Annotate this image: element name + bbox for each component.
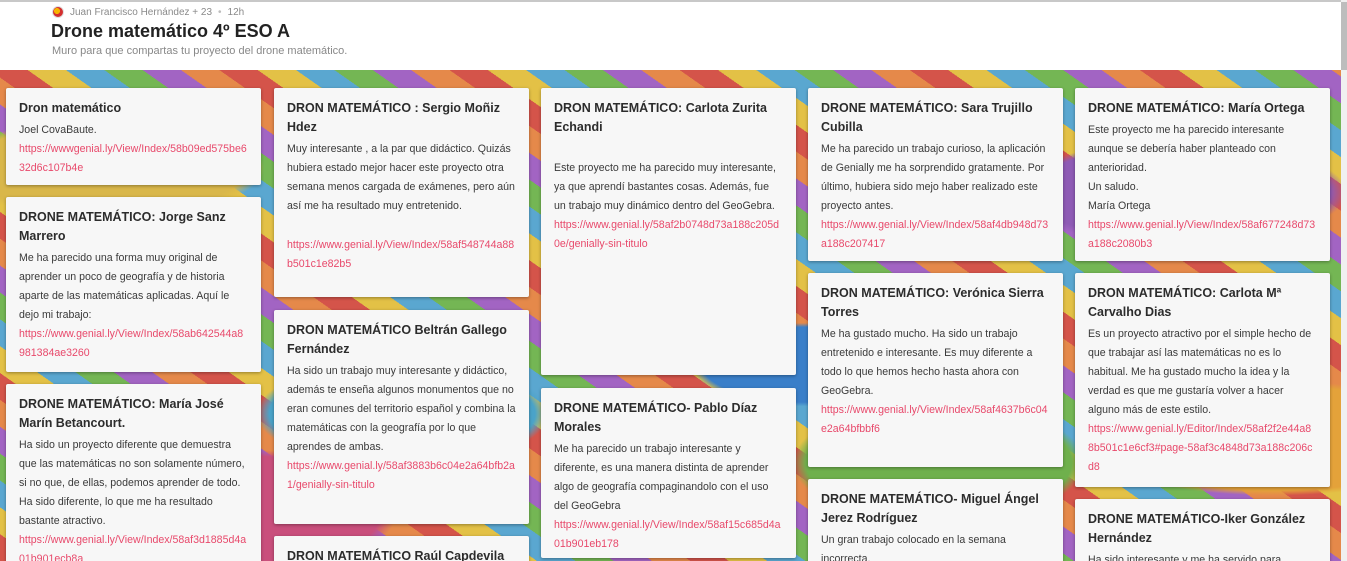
post-body: Me ha gustado mucho. Ha sido un trabajo … <box>821 325 1050 439</box>
author-avatar[interactable] <box>52 6 64 18</box>
post-card[interactable]: DRON MATEMÁTICO: Carlota Mª Carvalho Dia… <box>1075 273 1330 487</box>
post-link[interactable]: https://www.genial.ly/View/Index/58af15c… <box>554 516 783 554</box>
post-text: Ha sido interesante y me ha servido para <box>1088 554 1282 561</box>
post-text: Me ha parecido una forma muy original de… <box>19 252 230 321</box>
post-card[interactable]: DRONE MATEMÁTICO: María Ortega Este proy… <box>1075 88 1330 261</box>
post-body: Es un proyecto atractivo por el simple h… <box>1088 325 1317 477</box>
post-title: DRON MATEMÁTICO Beltrán Gallego Fernánde… <box>287 323 507 356</box>
post-card[interactable]: DRONE MATEMÁTICO- Pablo Díaz Morales Me … <box>541 388 796 558</box>
post-text: María Ortega <box>1088 200 1151 212</box>
post-link[interactable]: https://www.genial.ly/58af3883b6c04e2a64… <box>287 457 516 495</box>
post-title: DRON MATEMÁTICO: Carlota Zurita Echandi <box>554 101 767 134</box>
post-title: Dron matemático <box>19 101 122 115</box>
post-title: DRONE MATEMÁTICO-Iker González Hernández <box>1088 512 1306 545</box>
post-body: Me ha parecido un trabajo interesante y … <box>554 440 783 554</box>
post-card[interactable]: DRONE MATEMÁTICO: María José Marín Betan… <box>6 384 261 561</box>
post-link[interactable]: https://www.genial.ly/View/Index/58af677… <box>1088 216 1317 254</box>
post-time: 12h <box>227 6 245 18</box>
post-body: Me ha parecido una forma muy original de… <box>19 249 248 363</box>
page-scrollbar[interactable] <box>1341 0 1347 561</box>
post-body: Me ha parecido un trabajo curioso, la ap… <box>821 140 1050 254</box>
post-card[interactable]: DRONE MATEMÁTICO- Miguel Ángel Jerez Rod… <box>808 479 1063 561</box>
wall-title: Drone matemático 4º ESO A <box>51 21 290 41</box>
post-body: Ha sido un trabajo muy interesante y did… <box>287 362 516 495</box>
post-text: Me ha gustado mucho. Ha sido un trabajo … <box>821 328 1033 397</box>
post-title: DRONE MATEMÁTICO: María José Marín Betan… <box>19 397 224 430</box>
post-card[interactable]: DRON MATEMÁTICO Raúl Capdevila <box>274 536 529 561</box>
post-title: DRONE MATEMÁTICO- Pablo Díaz Morales <box>554 401 758 434</box>
post-link[interactable]: https://www.genial.ly/View/Index/58af4db… <box>821 216 1050 254</box>
wall-board[interactable]: Dron matemático Joel CovaBaute. https://… <box>0 70 1341 561</box>
post-card[interactable]: DRONE MATEMÁTICO-Iker González Hernández… <box>1075 499 1330 561</box>
post-link[interactable]: https://www.genial.ly/View/Index/58ab642… <box>19 325 248 363</box>
scrollbar-thumb[interactable] <box>1341 2 1347 70</box>
post-text: Me ha parecido un trabajo interesante y … <box>554 443 769 512</box>
post-title: DRONE MATEMÁTICO: Sara Trujillo Cubilla <box>821 101 1033 134</box>
post-title: DRONE MATEMÁTICO: María Ortega <box>1088 101 1305 115</box>
post-card[interactable]: DRONE MATEMÁTICO: Sara Trujillo Cubilla … <box>808 88 1063 261</box>
post-title: DRON MATEMÁTICO : Sergio Moñiz Hdez <box>287 101 500 134</box>
post-link[interactable]: https://www.genial.ly/Editor/Index/58af2… <box>1088 420 1317 477</box>
post-body: Ha sido interesante y me ha servido para <box>1088 551 1317 561</box>
post-text: Es un proyecto atractivo por el simple h… <box>1088 328 1312 416</box>
post-title: DRON MATEMÁTICO: Verónica Sierra Torres <box>821 286 1044 319</box>
post-link[interactable]: https://www.genial.ly/View/Index/58af548… <box>287 236 516 274</box>
post-link[interactable]: https://wwwgenial.ly/View/Index/58b09ed5… <box>19 140 248 178</box>
post-title: DRON MATEMÁTICO Raúl Capdevila <box>287 549 505 561</box>
post-text: Me ha parecido un trabajo curioso, la ap… <box>821 143 1046 212</box>
post-text: Joel CovaBaute. <box>19 124 97 136</box>
post-card[interactable]: Dron matemático Joel CovaBaute. https://… <box>6 88 261 185</box>
post-card[interactable]: DRON MATEMÁTICO: Carlota Zurita Echandi … <box>541 88 796 375</box>
post-card[interactable]: DRON MATEMÁTICO Beltrán Gallego Fernánde… <box>274 310 529 524</box>
post-text: Un saludo. <box>1088 181 1139 193</box>
wall-header: Juan Francisco Hernández + 23 • 12h Dron… <box>0 2 1341 70</box>
post-body: Muy interesante , a la par que didáctico… <box>287 140 516 274</box>
post-card[interactable]: DRONE MATEMÁTICO: Jorge Sanz Marrero Me … <box>6 197 261 372</box>
post-link[interactable]: https://www.genial.ly/View/Index/58af463… <box>821 401 1050 439</box>
post-text: Este proyecto me ha parecido muy interes… <box>554 162 776 212</box>
post-link[interactable]: https://www.genial.ly/58af2b0748d73a188c… <box>554 216 783 254</box>
wall-meta: Juan Francisco Hernández + 23 • 12h <box>52 6 244 18</box>
post-body: Ha sido un proyecto diferente que demues… <box>19 436 248 561</box>
post-text: Ha sido un proyecto diferente que demues… <box>19 439 245 527</box>
post-body: Este proyecto me ha parecido muy interes… <box>554 159 783 254</box>
post-text: Un gran trabajo colocado en la semana in… <box>821 534 1006 561</box>
post-title: DRONE MATEMÁTICO: Jorge Sanz Marrero <box>19 210 226 243</box>
post-card[interactable]: DRON MATEMÁTICO : Sergio Moñiz Hdez Muy … <box>274 88 529 297</box>
post-body: Este proyecto me ha parecido interesante… <box>1088 121 1317 254</box>
post-body: Un gran trabajo colocado en la semana in… <box>821 531 1050 561</box>
post-card[interactable]: DRON MATEMÁTICO: Verónica Sierra Torres … <box>808 273 1063 467</box>
post-title: DRONE MATEMÁTICO- Miguel Ángel Jerez Rod… <box>821 492 1039 525</box>
post-link[interactable]: https://www.genial.ly/View/Index/58af3d1… <box>19 531 248 561</box>
post-body: Joel CovaBaute. https://wwwgenial.ly/Vie… <box>19 121 248 178</box>
post-text: Muy interesante , a la par que didáctico… <box>287 143 515 212</box>
separator-dot: • <box>218 6 222 18</box>
wall-subtitle: Muro para que compartas tu proyecto del … <box>52 45 348 57</box>
post-title: DRON MATEMÁTICO: Carlota Mª Carvalho Dia… <box>1088 286 1282 319</box>
post-text: Este proyecto me ha parecido interesante… <box>1088 124 1285 174</box>
post-text: Ha sido un trabajo muy interesante y did… <box>287 365 516 453</box>
author-name[interactable]: Juan Francisco Hernández + 23 <box>70 7 212 18</box>
